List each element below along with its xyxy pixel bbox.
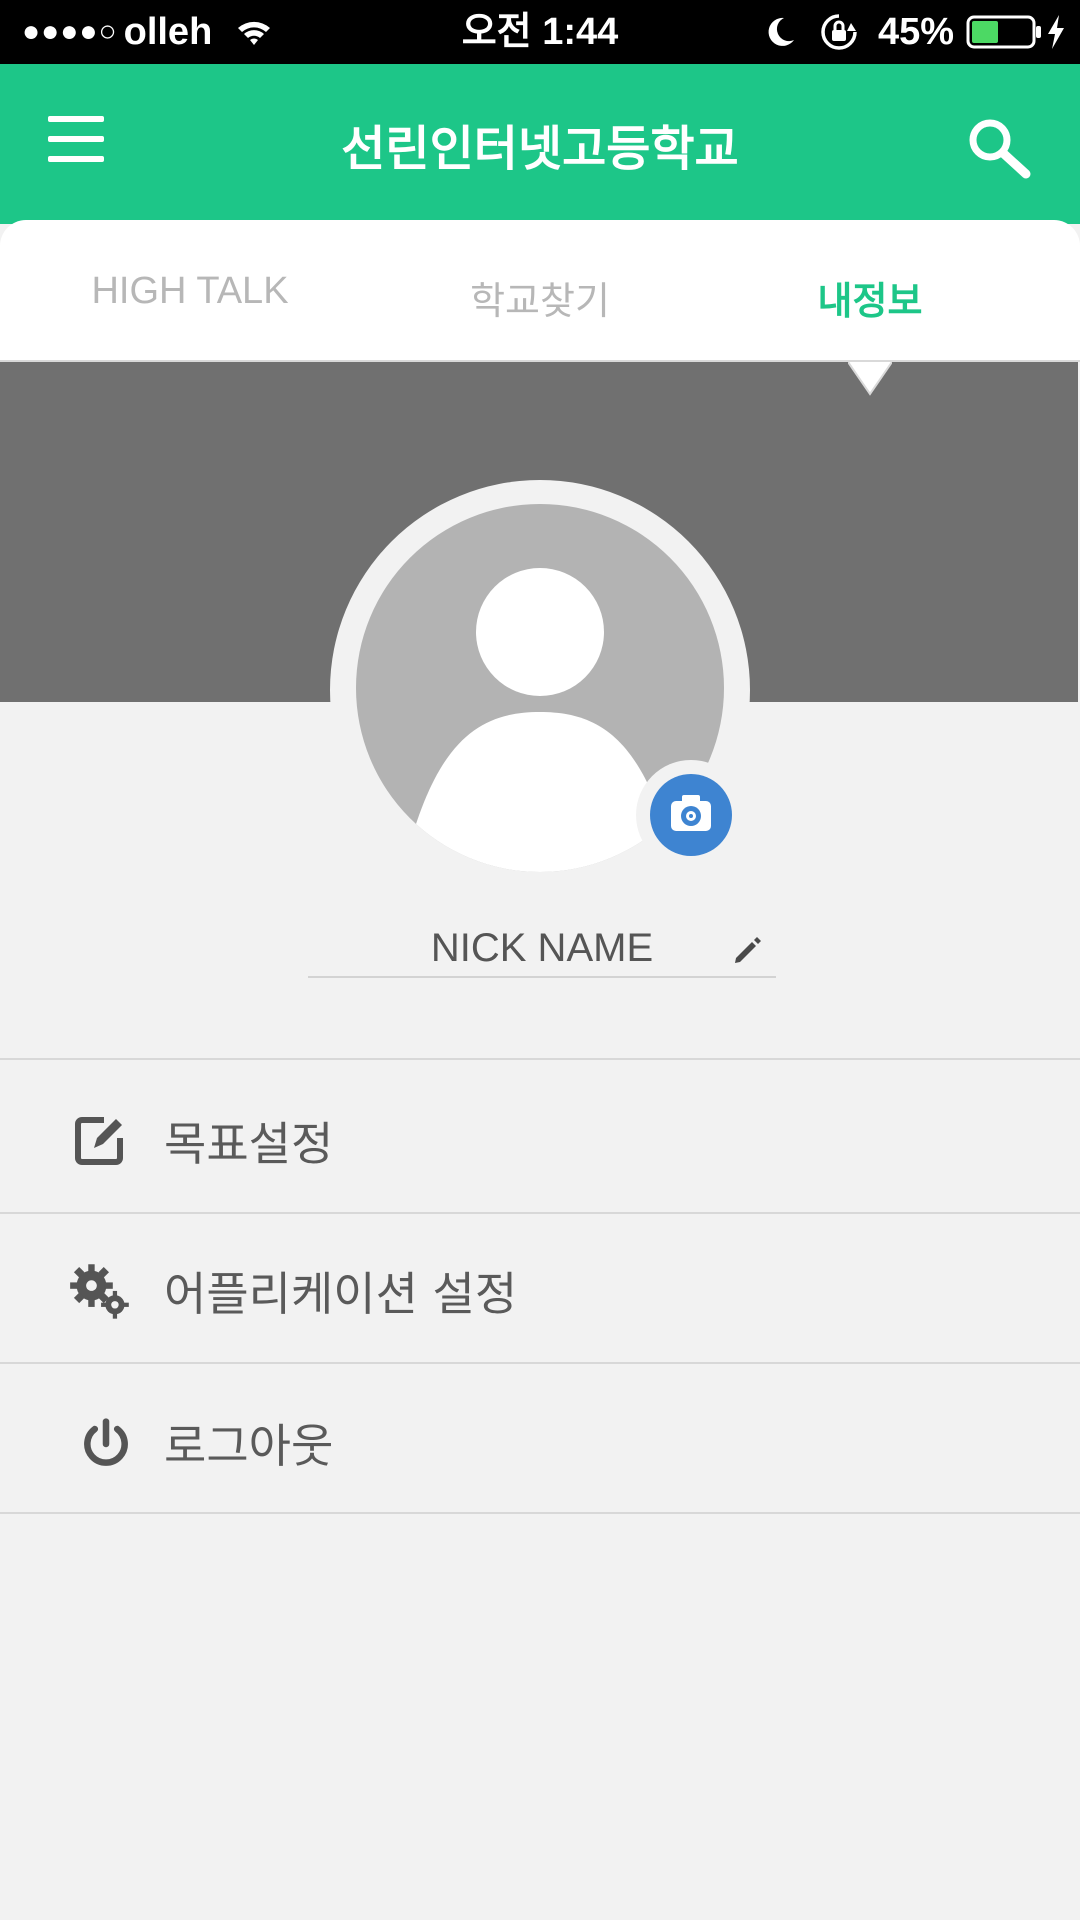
settings-menu: 목표설정 어플리케이션 설정 로그아웃: [0, 1058, 1080, 1514]
search-icon[interactable]: [966, 116, 1032, 182]
nickname-field[interactable]: NICK NAME: [308, 910, 776, 978]
app-header: 선린인터넷고등학교: [0, 64, 1080, 224]
page-title: 선린인터넷고등학교: [341, 121, 739, 177]
nickname-text: NICK NAME: [430, 926, 654, 970]
active-tab-indicator: [848, 361, 892, 396]
pencil-icon[interactable]: [732, 934, 764, 966]
gears-icon: [70, 1264, 129, 1319]
edit-square-icon: [75, 1117, 123, 1165]
moon-icon: [768, 17, 794, 46]
charging-bolt-icon: [1048, 15, 1064, 49]
power-icon: [84, 1418, 128, 1466]
tab-my-info[interactable]: 내정보: [720, 270, 1020, 325]
menu-item-logout[interactable]: 로그아웃: [0, 1362, 1080, 1514]
menu-item-goal-setting[interactable]: 목표설정: [0, 1058, 1080, 1212]
change-photo-button[interactable]: [650, 774, 732, 856]
menu-item-app-settings[interactable]: 어플리케이션 설정: [0, 1212, 1080, 1362]
camera-icon: [671, 795, 711, 831]
menu-item-label: 어플리케이션 설정: [164, 1267, 518, 1321]
battery-icon: [966, 15, 1041, 49]
status-right: 45%: [762, 0, 1066, 64]
menu-item-label: 로그아웃: [164, 1419, 334, 1473]
tab-school-search[interactable]: 학교찾기: [390, 270, 690, 325]
tab-high-talk[interactable]: HIGH TALK: [40, 270, 340, 313]
tab-bar: HIGH TALK 학교찾기 내정보: [0, 220, 1080, 362]
menu-item-label: 목표설정: [164, 1117, 334, 1171]
status-bar: ●●●●○ olleh 오전 1:44 45%: [0, 0, 1080, 64]
battery-percent: 45%: [877, 10, 954, 53]
rotation-lock-icon: [821, 14, 857, 50]
